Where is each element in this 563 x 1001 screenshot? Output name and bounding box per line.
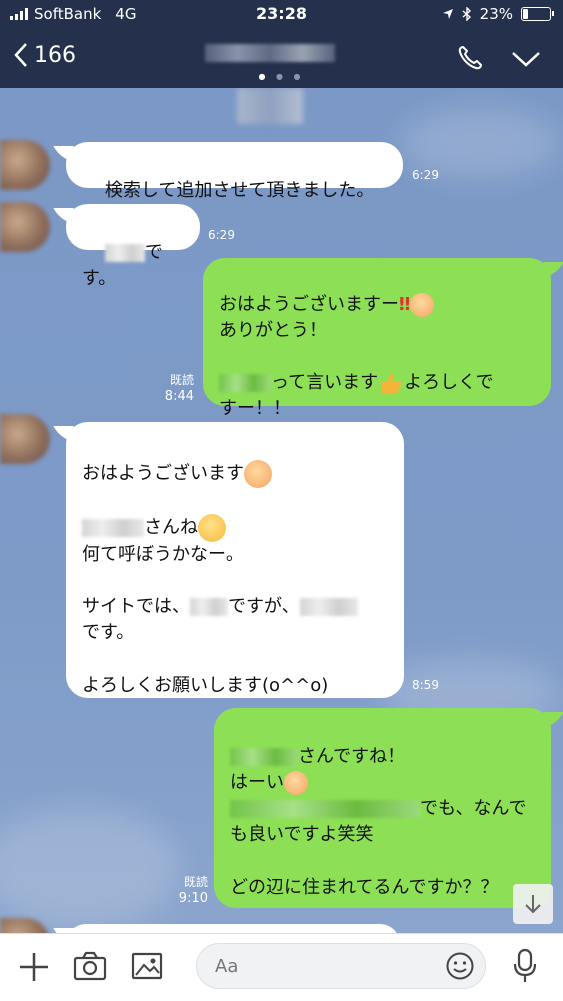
pinned-content-redacted [237, 88, 303, 124]
message-line: サイトでは、 [82, 596, 190, 618]
message-line: どの辺に住まれてるんですか？？ [230, 876, 499, 898]
message-line: さんね [144, 517, 198, 539]
message-line: よろしくお願いします(o^^o) [82, 674, 329, 696]
avatar[interactable] [0, 414, 50, 464]
winking-tongue-face-icon [198, 514, 226, 543]
message-line: って言います [271, 372, 379, 394]
message-input-bar [0, 933, 563, 1001]
smiling-face-icon [284, 771, 308, 796]
read-receipt: 既読 9:10 [174, 875, 208, 907]
bluetooth-icon [462, 7, 471, 21]
message-line: 何て呼ぼうかなー。 [82, 544, 244, 566]
battery-percent: 23% [479, 5, 513, 23]
smiling-face-icon [410, 293, 435, 318]
message-line: でも、なんで [420, 798, 527, 820]
redacted-name [82, 519, 144, 538]
message-input[interactable] [213, 955, 437, 978]
message-time: 8:59 [412, 678, 439, 692]
read-label: 既読 [169, 373, 194, 387]
message-line: おはようございますー [219, 294, 399, 316]
message-line: です。 [82, 622, 135, 644]
read-receipt: 既読 8:44 [160, 373, 194, 405]
message-line: すー！！ [219, 398, 291, 420]
emoji-icon[interactable] [445, 951, 475, 981]
message-time: 6:29 [412, 168, 439, 182]
message-line: よろしくで [404, 372, 494, 394]
scroll-to-bottom-button[interactable] [513, 884, 553, 924]
redacted-name [219, 374, 271, 393]
plus-icon[interactable] [18, 951, 50, 983]
message-input-box[interactable] [196, 943, 486, 989]
microphone-icon[interactable] [512, 948, 538, 984]
message-line: ありがとう！ [219, 320, 327, 342]
avatar[interactable] [0, 140, 50, 190]
message-time: 8:44 [164, 388, 194, 404]
image-icon[interactable] [131, 951, 163, 981]
message-bubble[interactable]: おはようございます さんね 何て呼ぼうかなー。 サイトでは、 ですが、 です。 よ… [66, 422, 404, 698]
redacted-name [230, 748, 298, 767]
message-line: おはようございます [82, 463, 244, 485]
message-bubble[interactable]: です。 [66, 204, 200, 289]
redacted-text [230, 800, 420, 819]
status-bar: SoftBank 4G 23:28 23% [0, 0, 563, 30]
chat-title-redacted [205, 44, 335, 62]
double-exclamation-icon: ‼ [399, 294, 411, 316]
message-line: はーい [230, 772, 284, 794]
unread-count: 166 [34, 42, 76, 68]
message-line: さんですね！ [298, 746, 406, 768]
message-time: 9:10 [178, 890, 208, 906]
thumbs-up-icon [382, 373, 402, 395]
chevron-down-icon[interactable] [511, 50, 541, 68]
chat-header: 166 ● ● ● [0, 30, 563, 88]
smiling-face-icon [244, 460, 272, 489]
read-label: 既読 [183, 875, 208, 889]
message-bubble[interactable] [66, 924, 400, 933]
message-text: 検索して追加させて頂きました。 [104, 180, 375, 202]
back-chevron-icon [14, 43, 27, 67]
redacted-name [299, 598, 358, 617]
back-button[interactable]: 166 [14, 42, 76, 68]
camera-icon[interactable] [73, 951, 107, 981]
phone-icon[interactable] [456, 44, 484, 72]
arrow-down-icon [525, 895, 541, 914]
message-bubble-sent[interactable]: さんですね！ はーい でも、なんで も良いですよ笑笑 どの辺に住まれてるんですか… [214, 708, 551, 908]
message-time: 6:29 [208, 228, 235, 242]
redacted-name [190, 598, 228, 617]
message-bubble-sent[interactable]: おはようございますー‼ ありがとう！ って言います よろしくで すー！！ [203, 258, 551, 419]
message-line: ですが、 [228, 596, 300, 618]
message-line: も良いですよ笑笑 [230, 824, 374, 846]
page-indicator: ● ● ● [258, 72, 305, 81]
avatar[interactable] [0, 202, 50, 252]
redacted-name [104, 244, 145, 263]
message-bubble[interactable]: 検索して追加させて頂きました。 [66, 142, 403, 201]
battery-icon [521, 7, 554, 21]
chat-area[interactable]: 検索して追加させて頂きました。 6:29 です。 6:29 おはようございますー… [0, 88, 563, 933]
location-icon [442, 9, 453, 19]
